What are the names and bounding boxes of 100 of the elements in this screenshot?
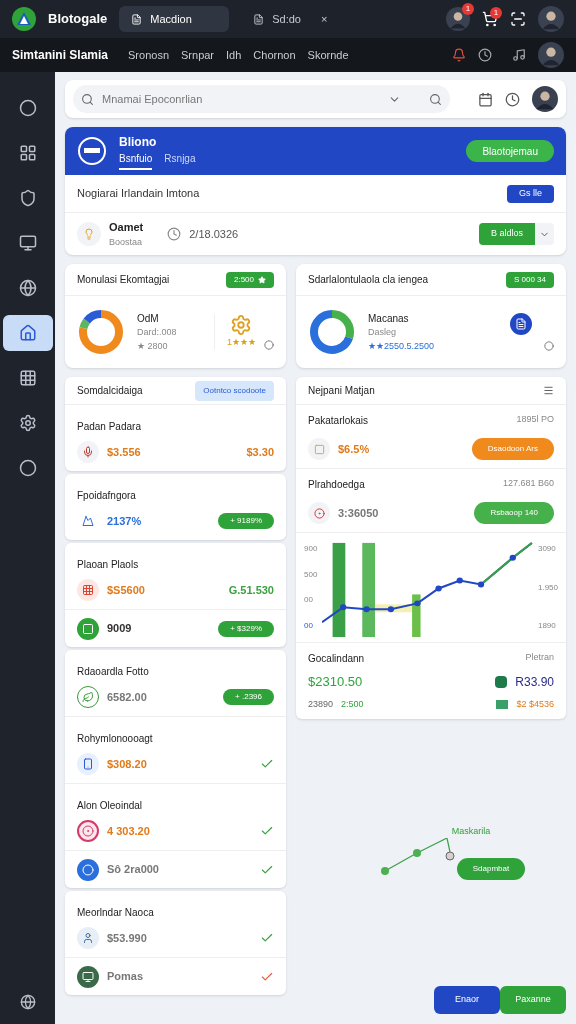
row-icon <box>77 686 99 708</box>
avatar[interactable] <box>532 86 558 112</box>
count-badge: S 000 34 <box>505 271 554 288</box>
chart-point <box>509 554 516 561</box>
amount: Sô 2ra000 <box>107 862 159 878</box>
node-label: Maskarila <box>451 824 491 838</box>
stat-name: OdM <box>137 312 160 326</box>
axis-label: 500 <box>304 568 319 581</box>
nav-icon <box>18 279 37 297</box>
row-meta: 127.681 B60 <box>502 477 554 490</box>
row-icon <box>77 820 99 842</box>
nav-link[interactable]: Idh <box>226 46 242 64</box>
sub-amount: 2:500 <box>341 697 365 711</box>
row-icon <box>77 441 99 463</box>
tab[interactable]: Bsnfuio <box>119 150 153 170</box>
total-amount: $2310.50 <box>308 673 364 691</box>
clock-icon <box>478 48 492 62</box>
stat-subtitle: Dasleg <box>368 326 397 339</box>
chart-point <box>363 606 370 613</box>
row-icon <box>77 617 99 640</box>
axis-label: 1890 <box>537 620 557 632</box>
count-badge: 2:500 <box>225 271 274 288</box>
search-field[interactable]: Mnamai Epoconrlian <box>73 85 450 113</box>
circle-icon <box>544 341 554 351</box>
card-title: Nejpani Matjan <box>308 384 376 398</box>
tag: Ootntco scodoote <box>195 380 274 401</box>
row-title: Pakatarlokais <box>308 414 370 428</box>
axis-label: 900 <box>304 543 319 555</box>
item-icon <box>77 222 101 246</box>
nav-link[interactable]: Sronosn <box>128 46 169 64</box>
nav-link[interactable]: Srnpar <box>181 46 215 64</box>
circle-icon <box>264 339 274 350</box>
chart-point <box>456 577 463 584</box>
item-value: 2/18.0326 <box>189 226 239 242</box>
stat-subtitle: Dard:.008 <box>137 326 177 339</box>
action-button[interactable]: Enaor <box>434 986 500 1014</box>
chart-bar <box>412 594 421 638</box>
change-pill: + 9189% <box>218 513 274 529</box>
amount: 6582.00 <box>107 689 147 705</box>
row-icon <box>308 502 330 524</box>
globe-icon <box>19 994 36 1010</box>
star-icon <box>258 275 266 284</box>
amount: $6.5% <box>338 441 370 457</box>
amount: $3.556 <box>107 444 141 460</box>
row-icon <box>308 438 330 460</box>
cart-icon <box>482 11 498 27</box>
donut-chart <box>308 308 356 356</box>
row-icon <box>77 753 99 775</box>
sub-amount: $2 $4536 <box>516 697 554 711</box>
tab[interactable]: Rsnjga <box>164 150 196 170</box>
search-icon <box>81 92 94 106</box>
tab-icon <box>253 13 265 25</box>
search-input[interactable]: Mnamai Epoconrlian <box>102 90 380 108</box>
rating-text: ★★2550.5.2500 <box>368 339 435 353</box>
chart-point <box>414 600 421 607</box>
scan-icon <box>510 11 526 27</box>
site-title: Simtanini Slamia <box>12 47 109 64</box>
small-button[interactable]: Gs lle <box>507 184 554 203</box>
tab-icon <box>131 13 143 25</box>
section-heading: Rohymlonoooagt <box>77 733 153 744</box>
chart-point <box>477 581 485 588</box>
amount: $308.20 <box>107 756 147 772</box>
amount: $S5600 <box>107 582 145 598</box>
donut-chart <box>77 308 125 356</box>
search-icon <box>429 92 442 106</box>
nav-icon <box>18 234 37 252</box>
avatar[interactable] <box>538 42 564 68</box>
row-icon <box>77 965 99 988</box>
avatar[interactable] <box>538 6 564 32</box>
amount: Pomas <box>107 969 144 985</box>
nav-icon <box>18 144 37 162</box>
amount: G.51.530 <box>228 582 274 598</box>
chart-point <box>387 606 395 613</box>
document-icon <box>510 313 532 335</box>
sidebar-item[interactable] <box>2 315 53 351</box>
close-button[interactable]: × <box>321 10 328 28</box>
clock-icon <box>505 91 520 107</box>
row-icon <box>77 927 99 949</box>
amount: 9009 <box>107 621 132 637</box>
chart-point <box>435 585 442 592</box>
browser-tab[interactable]: Sd:do × <box>241 6 340 32</box>
avatar[interactable] <box>446 7 470 31</box>
card-title: Somdalcidaiga <box>77 384 144 398</box>
nav-icon <box>18 369 37 387</box>
calendar-icon <box>478 91 493 107</box>
nav-link[interactable]: Skornde <box>307 46 349 64</box>
nav-icon <box>18 414 37 432</box>
amount: 3:36050 <box>338 505 379 521</box>
notification-badge: 1 <box>462 3 474 15</box>
nav-link[interactable]: Chornon <box>253 46 296 64</box>
amount: 2137% <box>107 513 142 529</box>
card-title: Monulasi Ekomtagjai <box>77 273 171 287</box>
rating-text: ★ 2800 <box>137 339 169 353</box>
browser-tab[interactable]: Macdion <box>119 6 230 32</box>
item-title: Oamet <box>109 220 144 235</box>
stat-name: Macanas <box>368 312 410 326</box>
axis-label: 00 <box>304 619 314 632</box>
nav-icon <box>18 189 37 207</box>
clock-icon <box>167 227 182 241</box>
card-title: Sdarlalontulaola cla iengea <box>308 273 430 287</box>
